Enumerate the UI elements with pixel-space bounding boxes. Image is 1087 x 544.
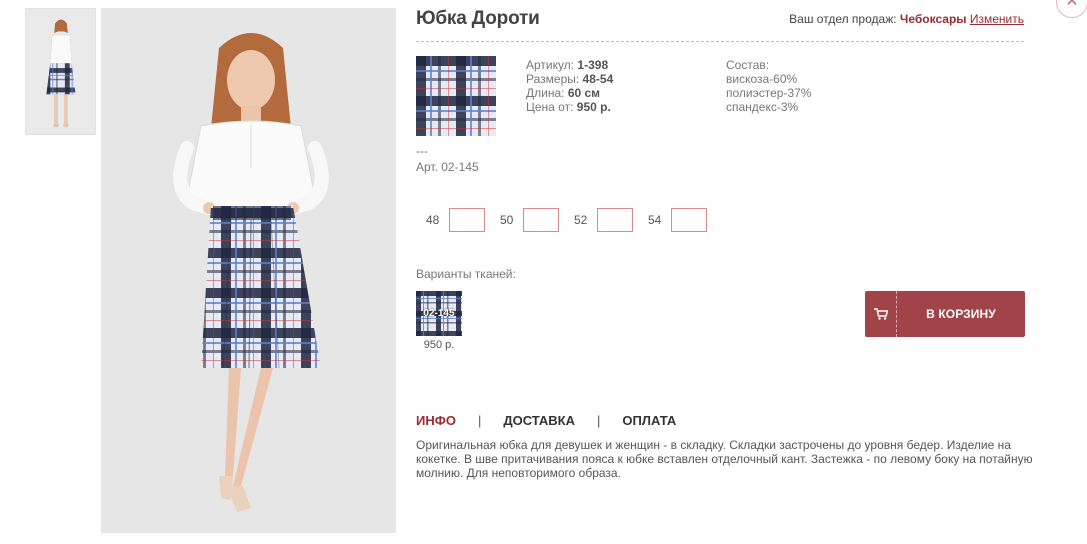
page-title: Юбка Дороти [416, 8, 540, 29]
size-label-50: 50 [500, 213, 514, 227]
tab-separator: | [597, 413, 601, 428]
composition-item: спандекс-3% [726, 100, 799, 114]
size-label-54: 54 [648, 213, 662, 227]
header-divider [416, 41, 1024, 42]
gallery-thumbnail[interactable] [25, 8, 96, 135]
tab-separator: | [477, 413, 482, 428]
size-qty-input-50[interactable] [523, 208, 559, 232]
product-description: Оригинальная юбка для девушек и женщин -… [416, 438, 1033, 480]
add-to-cart-label: В КОРЗИНУ [926, 307, 996, 321]
size-qty-input-52[interactable] [597, 208, 633, 232]
plaid-fabric-image [416, 56, 496, 136]
fabric-variant[interactable]: 02-145 [416, 291, 462, 336]
close-icon[interactable]: ✕ [1056, 0, 1087, 18]
size-qty-input-54[interactable] [671, 208, 707, 232]
cart-icon [865, 291, 897, 337]
spec-sizes: Размеры: 48-54 [526, 72, 614, 86]
size-label-48: 48 [426, 213, 440, 227]
main-product-photo[interactable] [101, 8, 396, 533]
fabric-variant-code: 02-145 [423, 308, 455, 319]
composition: Состав: вискоза-60% полиэстер-37% спанде… [726, 58, 811, 114]
model-photo-image [101, 8, 396, 533]
spec-price: Цена от: 950 р. [526, 100, 611, 114]
tab-payment[interactable]: ОПЛАТА [622, 413, 676, 428]
add-to-cart-button[interactable]: В КОРЗИНУ [865, 291, 1025, 337]
composition-item: вискоза-60% [726, 72, 798, 86]
size-label-52: 52 [574, 213, 588, 227]
product-specs: Артикул: 1-398 Размеры: 48-54 Длина: 60 … [526, 58, 613, 114]
composition-label: Состав: [726, 58, 770, 72]
change-region-link[interactable]: Изменить [970, 12, 1024, 26]
fabric-variants-label: Варианты тканей: [416, 267, 516, 281]
fabric-variant-price: 950 р. [423, 339, 455, 351]
tab-delivery[interactable]: ДОСТАВКА [503, 413, 575, 428]
model-thumbnail-image [26, 9, 95, 134]
region-city: Чебоксары [899, 12, 967, 26]
fabric-placeholder: --- [416, 144, 428, 158]
composition-item: полиэстер-37% [726, 86, 812, 100]
region-label: Ваш отдел продаж: [789, 12, 897, 26]
spec-article: Артикул: 1-398 [526, 58, 609, 72]
sales-region: Ваш отдел продаж: Чебоксары Изменить [789, 12, 1024, 26]
fabric-article: Арт. 02-145 [416, 160, 479, 174]
spec-length: Длина: 60 см [526, 86, 601, 100]
fabric-swatch [416, 56, 496, 136]
size-qty-input-48[interactable] [449, 208, 485, 232]
size-quantity-row: 48 50 52 54 [426, 208, 722, 232]
tab-info[interactable]: ИНФО [416, 413, 456, 428]
info-tabs: ИНФО | ДОСТАВКА | ОПЛАТА [416, 413, 676, 428]
